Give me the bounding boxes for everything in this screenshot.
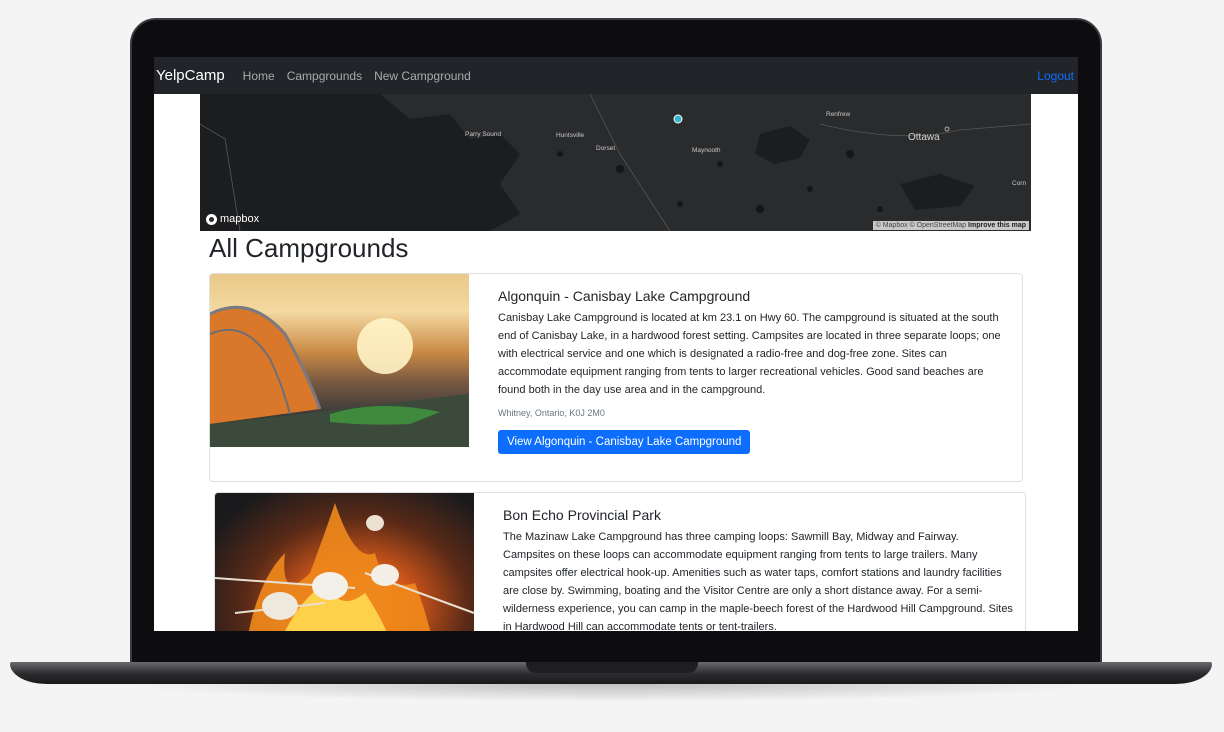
mapbox-wordmark: mapbox [220, 213, 260, 225]
map-label-corn: Corn [1012, 180, 1027, 187]
map-lake-region [200, 94, 520, 231]
map-label-parry-sound: Parry Sound [465, 131, 502, 138]
map-lake-dot [807, 186, 813, 192]
nav-link-new-campground[interactable]: New Campground [374, 69, 471, 83]
campground-description: Canisbay Lake Campground is located at k… [498, 312, 1001, 396]
mapbox-logo[interactable]: mapbox [206, 213, 259, 225]
view-campground-button[interactable]: View Algonquin - Canisbay Lake Campgroun… [498, 430, 751, 454]
campground-card: Algonquin - Canisbay Lake Campground Can… [209, 273, 1023, 482]
campfire-illustration [215, 503, 475, 631]
campground-title: Algonquin - Canisbay Lake Campground [498, 288, 751, 304]
map-lake-dot [756, 205, 764, 213]
map-label-renfrew: Renfrew [826, 111, 851, 118]
map-lake [755, 126, 810, 164]
browser-screen: YelpCamp Home Campgrounds New Campground… [154, 57, 1078, 631]
attribution-text[interactable]: © Mapbox © OpenStreetMap [876, 222, 966, 229]
laptop-notch [526, 662, 698, 673]
campground-location: Whitney, Ontario, K0J 2M0 [498, 408, 605, 418]
mapbox-icon [206, 213, 217, 225]
campground-title: Bon Echo Provincial Park [503, 507, 661, 523]
nav-link-home[interactable]: Home [243, 69, 275, 83]
card-body: Algonquin - Canisbay Lake Campground Can… [498, 288, 1010, 454]
laptop-mockup: YelpCamp Home Campgrounds New Campground… [0, 0, 1224, 732]
map-lake-dot [677, 201, 683, 207]
map-label-dorset: Dorset [596, 145, 616, 152]
map-lake-dot [846, 150, 854, 158]
campground-image [215, 493, 475, 631]
map-lake-dot [557, 151, 563, 157]
cluster-map[interactable]: Parry Sound Huntsville Dorset Maynooth R… [200, 94, 1031, 231]
map-label-maynooth: Maynooth [692, 147, 721, 154]
map-lake-dot [877, 206, 883, 212]
map-city-marker [944, 126, 950, 132]
campground-marker[interactable] [673, 114, 683, 124]
map-lake-dot [616, 165, 624, 173]
campground-card: Bon Echo Provincial Park The Mazinaw Lak… [214, 492, 1026, 631]
logout-link[interactable]: Logout [1037, 69, 1074, 83]
map-attribution: © Mapbox © OpenStreetMap Improve this ma… [872, 221, 1029, 230]
navbar: YelpCamp Home Campgrounds New Campground… [154, 57, 1078, 94]
map-lake [900, 174, 975, 210]
card-body: Bon Echo Provincial Park The Mazinaw Lak… [503, 507, 1013, 631]
laptop-shadow [120, 684, 1104, 702]
map-road [589, 94, 671, 231]
map-label-huntsville: Huntsville [556, 132, 585, 139]
page-title: All Campgrounds [209, 233, 409, 263]
map-lake-dot [717, 161, 723, 167]
improve-map-link[interactable]: Improve this map [968, 222, 1026, 229]
map-terrain [200, 94, 1031, 231]
nav-link-campgrounds[interactable]: Campgrounds [287, 69, 362, 83]
brand-link[interactable]: YelpCamp [156, 67, 225, 84]
campground-image [210, 274, 469, 447]
map-label-ottawa: Ottawa [908, 132, 940, 143]
campground-description: The Mazinaw Lake Campground has three ca… [503, 531, 1013, 631]
tent-illustration [210, 305, 469, 447]
